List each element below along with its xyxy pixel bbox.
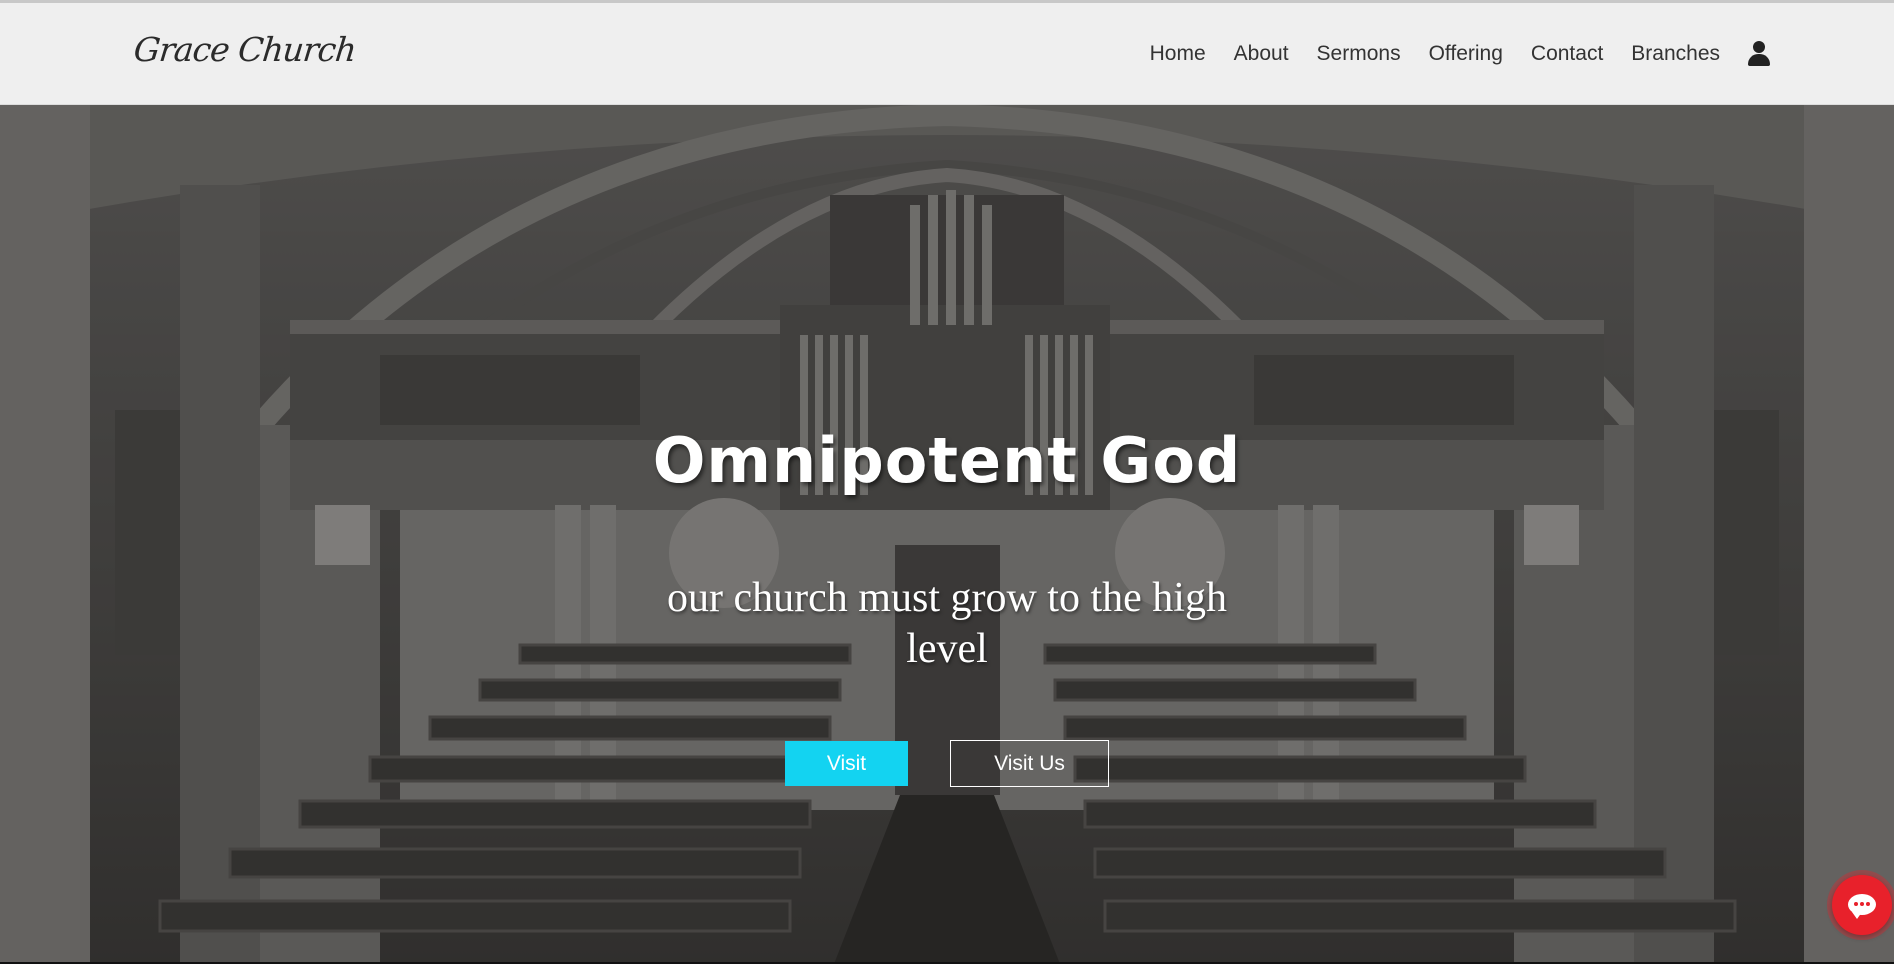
chat-dot	[1860, 902, 1864, 906]
user-icon[interactable]	[1748, 41, 1770, 67]
brand-logo[interactable]: Grace Church	[132, 30, 358, 69]
chat-dot	[1854, 902, 1858, 906]
nav-home[interactable]: Home	[1150, 42, 1206, 66]
hero-content: Omnipotent God our church must grow to t…	[0, 105, 1894, 964]
chat-icon[interactable]	[1832, 875, 1892, 935]
visit-us-button[interactable]: Visit Us	[950, 740, 1109, 787]
nav-branches[interactable]: Branches	[1631, 42, 1720, 66]
hero-subtitle: our church must grow to the high level	[667, 575, 1227, 672]
chat-dot	[1866, 902, 1870, 906]
hero-section: Omnipotent God our church must grow to t…	[0, 105, 1894, 964]
main-nav: Home About Sermons Offering Contact Bran…	[1122, 3, 1770, 105]
nav-about[interactable]: About	[1234, 42, 1289, 66]
nav-contact[interactable]: Contact	[1531, 42, 1603, 66]
navbar: Grace Church Home About Sermons Offering…	[0, 3, 1894, 105]
visit-button[interactable]: Visit	[785, 741, 908, 786]
nav-sermons[interactable]: Sermons	[1317, 42, 1401, 66]
chat-bubble-icon	[1848, 894, 1876, 919]
user-icon-head	[1753, 41, 1765, 53]
hero-title: Omnipotent God	[652, 424, 1242, 497]
nav-offering[interactable]: Offering	[1429, 42, 1503, 66]
user-icon-body	[1748, 54, 1770, 66]
